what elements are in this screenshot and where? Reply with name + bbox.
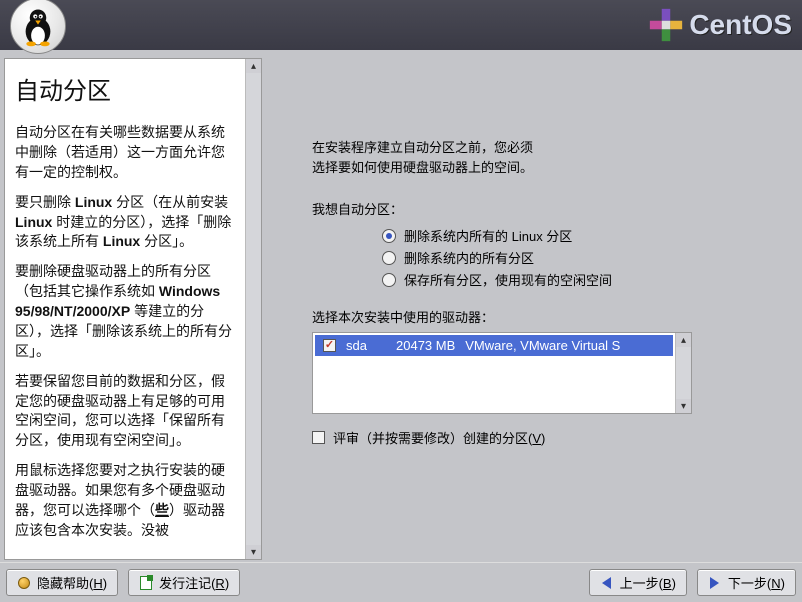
drive-scrollbar[interactable]: ▴ ▾: [675, 333, 691, 413]
penguin-icon: [16, 4, 60, 48]
drive-name: sda: [346, 338, 386, 353]
hide-help-button[interactable]: 隐藏帮助(H): [6, 569, 118, 596]
scroll-down-icon[interactable]: ▾: [676, 399, 691, 413]
scroll-down-icon[interactable]: ▾: [246, 545, 261, 559]
drive-desc: VMware, VMware Virtual S: [465, 338, 620, 353]
next-button[interactable]: 下一步(N): [697, 569, 796, 596]
drive-list-box: sda 20473 MB VMware, VMware Virtual S ▴ …: [312, 332, 692, 414]
partition-question: 我想自动分区：: [312, 199, 768, 218]
radio-label: 删除系统内所有的 Linux 分区: [404, 226, 572, 245]
header-banner: CentOS: [0, 0, 802, 50]
radio-remove-all[interactable]: 删除系统内的所有分区: [382, 248, 768, 267]
penguin-logo: [10, 0, 66, 54]
centos-symbol-icon: [649, 8, 683, 42]
help-scrollbar[interactable]: ▴ ▾: [245, 59, 261, 559]
review-checkbox[interactable]: [312, 431, 325, 444]
arrow-left-icon: [600, 576, 614, 590]
drive-checkbox[interactable]: [323, 339, 336, 352]
radio-icon[interactable]: [382, 251, 396, 265]
intro-text: 在安装程序建立自动分区之前，您必须 选择要如何使用硬盘驱动器上的空间。: [312, 138, 768, 177]
help-p4: 若要保留您目前的数据和分区，假定您的硬盘驱动器上有足够的可用空闲空间，您可以选择…: [15, 372, 237, 452]
help-p1: 自动分区在有关哪些数据要从系统中删除（若适用）这一方面允许您有一定的控制权。: [15, 123, 237, 183]
radio-label: 删除系统内的所有分区: [404, 248, 534, 267]
btn-label: 隐藏帮助(H): [37, 573, 107, 592]
btn-label: 下一步(N): [728, 573, 785, 592]
notes-icon: [139, 576, 153, 590]
scroll-up-icon[interactable]: ▴: [246, 59, 261, 73]
radio-icon[interactable]: [382, 273, 396, 287]
btn-label: 上一步(B): [620, 573, 676, 592]
brand-text: CentOS: [689, 9, 792, 41]
drive-size: 20473 MB: [396, 338, 455, 353]
footer-bar: 隐藏帮助(H) 发行注记(R) 上一步(B) 下一步(N): [0, 562, 802, 602]
review-checkbox-row[interactable]: 评审（并按需要修改）创建的分区(V): [312, 428, 768, 447]
drives-label: 选择本次安装中使用的驱动器：: [312, 307, 768, 326]
radio-icon[interactable]: [382, 229, 396, 243]
help-text: 自动分区 自动分区在有关哪些数据要从系统中删除（若适用）这一方面允许您有一定的控…: [5, 59, 245, 559]
back-button[interactable]: 上一步(B): [589, 569, 687, 596]
help-p5: 用鼠标选择您要对之执行安装的硬盘驱动器。如果您有多个硬盘驱动器，您可以选择哪个（…: [15, 461, 237, 541]
release-notes-button[interactable]: 发行注记(R): [128, 569, 240, 596]
btn-label: 发行注记(R): [159, 573, 229, 592]
main-panel: 在安装程序建立自动分区之前，您必须 选择要如何使用硬盘驱动器上的空间。 我想自动…: [272, 58, 798, 560]
help-p3: 要删除硬盘驱动器上的所有分区（包括其它操作系统如 Windows 95/98/N…: [15, 262, 237, 361]
radio-keep-all[interactable]: 保存所有分区，使用现有的空闲空间: [382, 270, 768, 289]
help-panel: 自动分区 自动分区在有关哪些数据要从系统中删除（若适用）这一方面允许您有一定的控…: [4, 58, 262, 560]
review-label: 评审（并按需要修改）创建的分区(V): [333, 428, 545, 447]
radio-label: 保存所有分区，使用现有的空闲空间: [404, 270, 612, 289]
brand-area: CentOS: [649, 8, 792, 42]
help-p2: 要只删除 Linux 分区（在从前安装 Linux 时建立的分区），选择「删除该…: [15, 193, 237, 253]
help-title: 自动分区: [15, 75, 237, 109]
arrow-right-icon: [708, 576, 722, 590]
scroll-up-icon[interactable]: ▴: [676, 333, 691, 347]
lightbulb-icon: [17, 576, 31, 590]
radio-remove-linux[interactable]: 删除系统内所有的 Linux 分区: [382, 226, 768, 245]
drive-row-sda[interactable]: sda 20473 MB VMware, VMware Virtual S: [315, 335, 673, 356]
